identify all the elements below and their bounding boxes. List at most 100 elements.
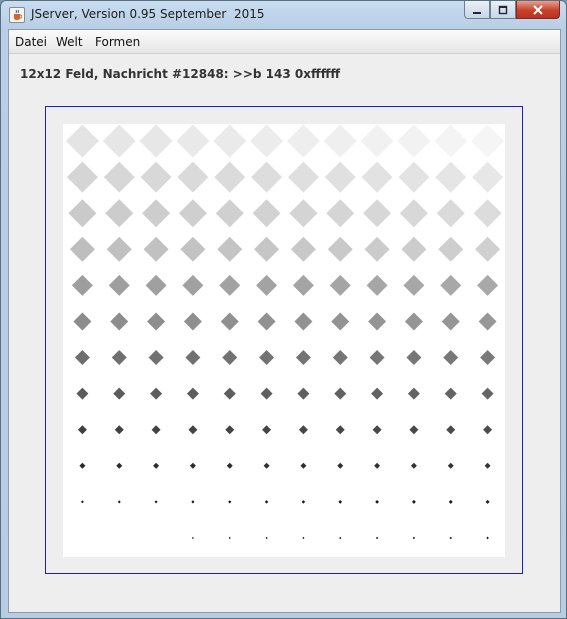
diamond-shape	[188, 425, 198, 435]
diamond-shape	[403, 274, 425, 296]
diamond-shape	[215, 199, 244, 228]
diamond-shape	[183, 312, 202, 331]
diamond-shape	[447, 462, 454, 469]
diamond-shape	[472, 161, 504, 193]
diamond-shape	[114, 425, 124, 435]
diamond-shape	[434, 124, 468, 158]
diamond-shape	[323, 124, 357, 158]
diamond-shape	[485, 499, 490, 504]
diamond-shape	[484, 462, 491, 469]
board-canvas[interactable]	[63, 124, 505, 557]
diamond-shape	[290, 236, 316, 262]
diamond-shape	[481, 387, 494, 400]
diamond-shape	[446, 425, 456, 435]
close-button[interactable]	[516, 1, 560, 19]
diamond-shape	[298, 425, 308, 435]
diamond-shape	[375, 536, 379, 540]
diamond-shape	[154, 500, 158, 504]
diamond-shape	[260, 387, 273, 400]
diamond-shape	[110, 312, 129, 331]
diamond-shape	[471, 124, 505, 158]
minimize-button[interactable]	[464, 1, 490, 19]
diamond-shape	[69, 236, 95, 262]
diamond-shape	[369, 350, 385, 366]
diamond-shape	[189, 462, 196, 469]
diamond-shape	[412, 536, 416, 540]
diamond-shape	[182, 274, 204, 296]
diamond-shape	[440, 274, 462, 296]
diamond-shape	[225, 425, 235, 435]
diamond-shape	[475, 236, 501, 262]
diamond-shape	[105, 199, 134, 228]
diamond-shape	[103, 161, 135, 193]
diamond-shape	[74, 350, 90, 366]
diamond-shape	[436, 199, 465, 228]
title-bar[interactable]: JServer, Version 0.95 September 2015	[1, 1, 566, 28]
diamond-shape	[339, 536, 342, 540]
diamond-shape	[411, 499, 416, 504]
diamond-shape	[191, 536, 194, 539]
diamond-shape	[409, 425, 419, 435]
diamond-shape	[324, 161, 356, 193]
menu-formen[interactable]: Formen	[95, 35, 140, 49]
diamond-shape	[331, 312, 350, 331]
diamond-shape	[228, 500, 232, 504]
diamond-shape	[226, 462, 233, 469]
diamond-shape	[360, 124, 394, 158]
diamond-shape	[372, 425, 382, 435]
client-area: Datei Welt Formen 12x12 Feld, Nachricht …	[8, 29, 561, 613]
diamond-shape	[111, 350, 127, 366]
diamond-shape	[117, 500, 121, 504]
diamond-shape	[294, 312, 313, 331]
diamond-shape	[295, 350, 311, 366]
diamond-shape	[406, 350, 422, 366]
diamond-shape	[361, 161, 393, 193]
diamond-shape	[140, 161, 172, 193]
diamond-shape	[329, 274, 351, 296]
diamond-shape	[371, 387, 384, 400]
maximize-button[interactable]	[490, 1, 516, 19]
diamond-shape	[223, 387, 236, 400]
menu-datei[interactable]: Datei	[15, 35, 47, 49]
app-window: JServer, Version 0.95 September 2015 Dat…	[0, 0, 567, 619]
menu-welt[interactable]: Welt	[56, 35, 83, 49]
diamond-shape	[404, 312, 423, 331]
minimize-icon	[473, 11, 481, 14]
diamond-shape	[368, 312, 387, 331]
diamond-shape	[259, 350, 275, 366]
diamond-shape	[139, 124, 173, 158]
diamond-shape	[301, 500, 306, 504]
diamond-shape	[150, 387, 163, 400]
diamond-shape	[251, 161, 283, 193]
diamond-shape	[252, 199, 281, 228]
diamond-shape	[148, 350, 164, 366]
diamond-shape	[177, 161, 209, 193]
diamond-shape	[289, 199, 318, 228]
diamond-shape	[375, 499, 379, 504]
diamond-shape	[300, 462, 307, 469]
diamond-shape	[77, 425, 87, 435]
diamond-shape	[297, 387, 310, 400]
diamond-shape	[142, 199, 171, 228]
diamond-shape	[332, 350, 348, 366]
diamond-shape	[213, 124, 247, 158]
diamond-shape	[398, 161, 430, 193]
diamond-shape	[435, 161, 467, 193]
diamond-shape	[410, 462, 417, 469]
diamond-shape	[264, 500, 269, 504]
java-cup-icon[interactable]	[9, 7, 25, 23]
diamond-shape	[438, 236, 464, 262]
diamond-shape	[176, 124, 210, 158]
diamond-shape	[366, 274, 388, 296]
diamond-shape	[335, 425, 345, 435]
diamond-shape	[113, 387, 126, 400]
diamond-shape	[399, 199, 428, 228]
diamond-shape	[250, 124, 284, 158]
diamond-shape	[374, 462, 381, 469]
close-icon	[533, 4, 543, 15]
diamond-shape	[292, 274, 314, 296]
diamond-shape	[178, 199, 207, 228]
diamond-shape	[443, 350, 459, 366]
status-message: 12x12 Feld, Nachricht #12848: >>b 143 0x…	[20, 67, 341, 81]
diamond-shape	[337, 462, 344, 469]
